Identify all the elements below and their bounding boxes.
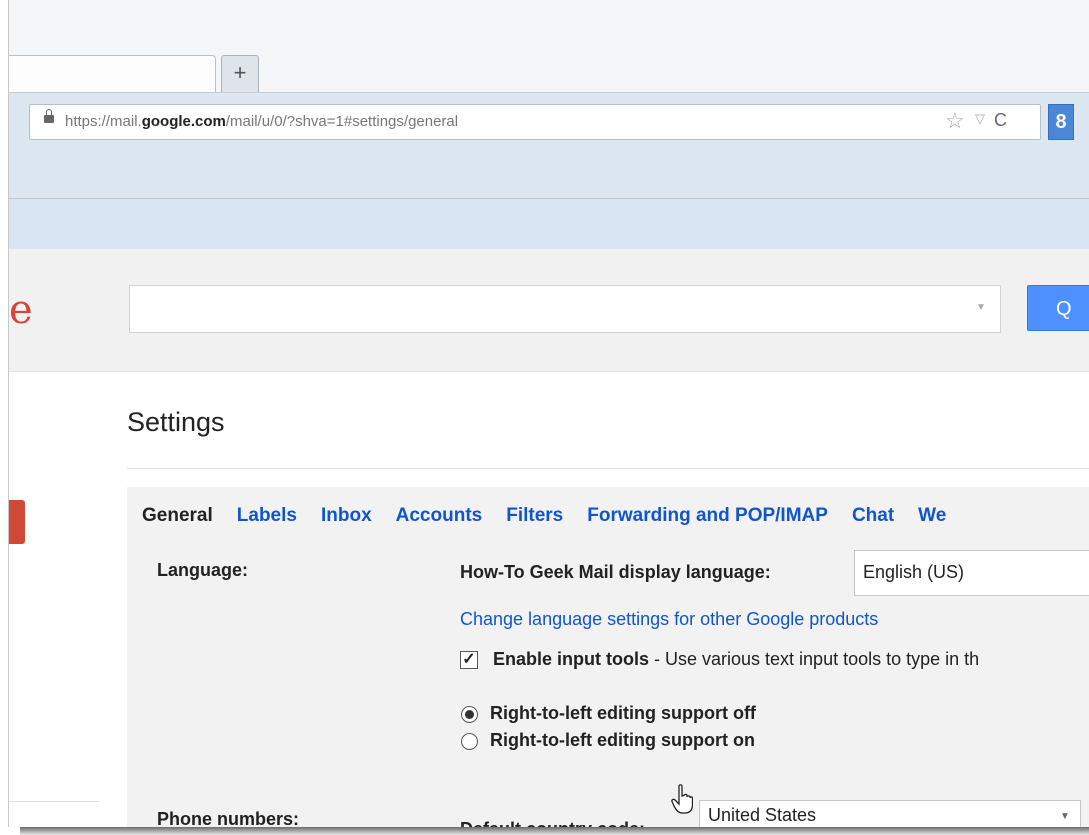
tab-web-clips[interactable]: We	[918, 505, 946, 526]
display-language-label: How-To Geek Mail display language:	[460, 562, 771, 582]
navigation-bar: https://mail.google.com/mail/u/0/?shva=1…	[9, 92, 1089, 199]
rtl-on-label: Right-to-left editing support on	[490, 730, 755, 750]
tab-forwarding[interactable]: Forwarding and POP/IMAP	[587, 505, 828, 526]
window-shadow-bottom	[20, 827, 1089, 835]
google-plus-badge-icon[interactable]: 8	[1048, 104, 1074, 140]
input-tools-text: Enable input tools - Use various text in…	[493, 649, 980, 669]
reload-icon[interactable]: C	[994, 110, 1007, 131]
bookmarks-bar	[9, 198, 1089, 250]
change-language-link[interactable]: Change language settings for other Googl…	[460, 609, 878, 630]
gmail-logo[interactable]: e	[9, 287, 33, 333]
country-code-value: United States	[708, 805, 817, 825]
input-tools-checkbox[interactable]: ✓	[460, 651, 478, 669]
tab-labels[interactable]: Labels	[237, 505, 297, 526]
url-text: https://mail.google.com/mail/u/0/?shva=1…	[65, 113, 459, 130]
default-country-label: Default country code:	[460, 819, 645, 827]
bookmark-star-icon[interactable]: ☆	[945, 108, 965, 134]
settings-page: Settings General Labels Inbox Accounts Filte…	[9, 372, 1089, 827]
display-language-select[interactable]: English (US)	[854, 550, 1089, 596]
sidebar-divider	[9, 801, 99, 802]
hand-cursor-icon	[671, 784, 693, 814]
window-shadow-left	[0, 0, 8, 835]
new-tab-button[interactable]: +	[221, 55, 259, 92]
title-divider	[127, 468, 1089, 469]
tab-chat[interactable]: Chat	[852, 505, 894, 526]
gmail-header: e ▼ Q	[9, 249, 1089, 372]
display-language-value: English (US)	[863, 562, 965, 582]
tab-strip: +	[9, 0, 1089, 94]
tab-accounts[interactable]: Accounts	[396, 505, 483, 526]
language-label: Language:	[157, 560, 249, 580]
rtl-off-radio[interactable]	[461, 706, 478, 723]
rtl-off-label: Right-to-left editing support off	[490, 703, 756, 723]
tab-general[interactable]: General	[142, 505, 213, 526]
page-title: Settings	[127, 407, 225, 437]
country-code-select[interactable]: United States ▼	[699, 800, 1081, 827]
browser-window: + https://mail.google.com/mail/u/0/?shva…	[8, 0, 1089, 827]
settings-tabs: General Labels Inbox Accounts Filters Forward…	[142, 505, 970, 527]
search-button[interactable]: Q	[1027, 285, 1089, 331]
lock-icon	[44, 109, 54, 123]
address-bar[interactable]: https://mail.google.com/mail/u/0/?shva=1…	[29, 104, 1074, 140]
chevron-down-icon: ▼	[1060, 811, 1070, 822]
phone-numbers-label: Phone numbers:	[157, 809, 300, 827]
compose-button[interactable]	[9, 500, 25, 544]
rtl-on-radio[interactable]	[461, 733, 478, 750]
settings-panel: General Labels Inbox Accounts Filters Forward…	[127, 487, 1089, 827]
search-input[interactable]	[129, 285, 1001, 333]
tab-filters[interactable]: Filters	[506, 505, 563, 526]
search-options-chevron-icon[interactable]: ▼	[976, 302, 986, 313]
tab-inbox[interactable]: Inbox	[321, 505, 372, 526]
browser-tab-active[interactable]	[9, 55, 216, 94]
history-dropdown-icon[interactable]: ▽	[975, 111, 985, 127]
